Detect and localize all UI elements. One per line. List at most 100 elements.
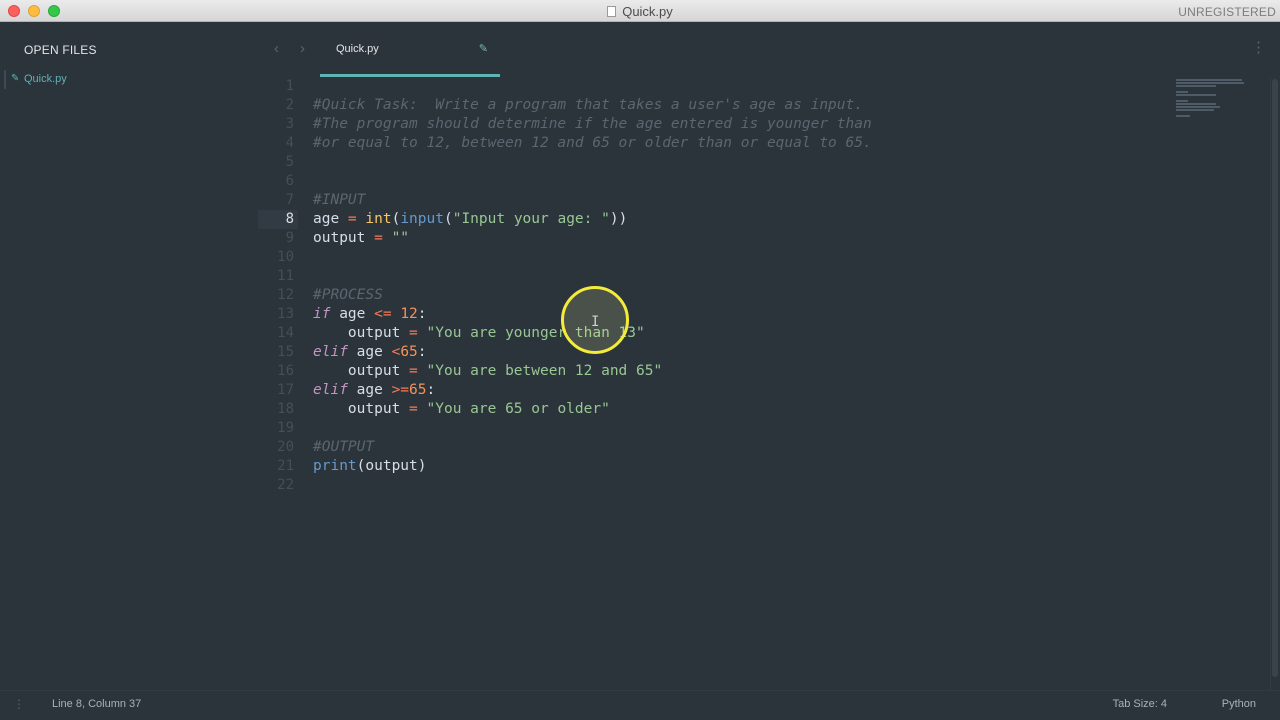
tab-size-selector[interactable]: Tab Size: 4 [1113, 698, 1167, 710]
code-line[interactable]: #The program should determine if the age… [313, 115, 1173, 134]
code-line[interactable] [313, 77, 1173, 96]
code-token: output [313, 363, 410, 379]
code-token: #OUTPUT [313, 439, 375, 455]
line-number: 15 [277, 344, 294, 360]
scrollbar-thumb[interactable] [1272, 79, 1278, 677]
code-line[interactable] [313, 419, 1173, 438]
line-number: 19 [277, 420, 294, 436]
code-token: : [426, 382, 436, 398]
code-token: age [330, 306, 375, 322]
line-number: 8 [258, 210, 298, 229]
code-token: #Quick Task: Write a program that takes … [313, 97, 863, 113]
code-token: 65 [400, 344, 418, 360]
code-line[interactable] [313, 153, 1173, 172]
code-token: "You are 65 or older" [426, 401, 610, 417]
license-status: UNREGISTERED [1178, 5, 1276, 19]
code-line[interactable] [313, 248, 1173, 267]
code-area[interactable]: #Quick Task: Write a program that takes … [313, 77, 1173, 495]
code-token: : [417, 306, 427, 322]
syntax-selector[interactable]: Python [1222, 698, 1256, 710]
line-number: 3 [285, 116, 294, 132]
more-vertical-icon[interactable]: ⋮ [1251, 40, 1266, 55]
code-line[interactable]: #INPUT [313, 191, 1173, 210]
code-line[interactable] [313, 476, 1173, 495]
minimap-line [1176, 109, 1214, 111]
line-number: 10 [277, 249, 294, 265]
code-token: >= [391, 382, 410, 398]
minimap[interactable] [1176, 77, 1248, 127]
code-token: print [313, 458, 357, 474]
pencil-icon: ✎ [11, 73, 20, 84]
code-line[interactable]: print(output) [313, 457, 1173, 476]
line-number: 21 [277, 458, 294, 474]
code-token: elif [313, 344, 348, 360]
code-line[interactable]: if age <= 12: [313, 305, 1173, 324]
line-number: 12 [277, 287, 294, 303]
code-token: ( [443, 211, 453, 227]
code-token: "You are between 12 and 65" [426, 363, 663, 379]
line-number: 18 [277, 401, 294, 417]
code-line[interactable]: #Quick Task: Write a program that takes … [313, 96, 1173, 115]
minimap-line [1176, 85, 1216, 87]
line-number: 20 [277, 439, 294, 455]
code-line[interactable]: #PROCESS [313, 286, 1173, 305]
line-number: 7 [285, 192, 294, 208]
cursor-position: Line 8, Column 37 [52, 698, 142, 710]
code-line[interactable]: output = "You are 65 or older" [313, 400, 1173, 419]
code-token: output [313, 230, 375, 246]
code-line[interactable]: elif age <65: [313, 343, 1173, 362]
code-editor[interactable]: 1 2 3 4 5 6 7 8 9 10 11 12 13 14 15 16 17 18 19 20 21 22 #Qui… [258, 77, 1280, 690]
tab-bar: ‹ › Quick.py ✎ ⋮ [258, 22, 1280, 77]
code-token: = [409, 325, 418, 341]
code-token: age [347, 344, 392, 360]
title-bar: Quick.py UNREGISTERED [0, 0, 1280, 22]
panel-menu-icon[interactable]: ⋮ [13, 698, 25, 710]
minimap-line [1176, 82, 1244, 84]
code-line[interactable]: output = "You are between 12 and 65" [313, 362, 1173, 381]
tab-quick-py[interactable]: Quick.py ✎ [320, 22, 500, 77]
code-token: < [391, 344, 401, 360]
line-number: 1 [285, 78, 294, 94]
code-token: "Input your age: " [452, 211, 610, 227]
code-token: = [347, 211, 357, 227]
status-bar: ⋮ Line 8, Column 37 Tab Size: 4 Python [0, 690, 1280, 720]
line-number: 4 [285, 135, 294, 151]
code-token: <= [374, 306, 392, 322]
code-token: age [347, 382, 392, 398]
code-line[interactable]: #or equal to 12, between 12 and 65 or ol… [313, 134, 1173, 153]
code-token: int [365, 211, 392, 227]
vertical-scrollbar[interactable] [1270, 77, 1280, 690]
code-token: = [409, 401, 418, 417]
line-number-gutter: 1 2 3 4 5 6 7 8 9 10 11 12 13 14 15 16 17 18 19 20 21 22 [258, 77, 298, 495]
code-line[interactable] [313, 172, 1173, 191]
chevron-right-icon[interactable]: › [300, 40, 305, 57]
line-number: 16 [277, 363, 294, 379]
line-number: 17 [277, 382, 294, 398]
chevron-left-icon[interactable]: ‹ [274, 40, 279, 57]
code-token: input [400, 211, 444, 227]
code-token: = [409, 363, 418, 379]
code-line[interactable] [313, 267, 1173, 286]
code-token: : [417, 344, 427, 360]
line-number: 2 [285, 97, 294, 113]
code-line[interactable]: age = int(input("Input your age: ")) [313, 210, 1173, 229]
code-token: 65 [409, 382, 427, 398]
line-number: 6 [285, 173, 294, 189]
pencil-icon: ✎ [478, 43, 488, 55]
document-icon [607, 6, 617, 17]
line-number: 14 [277, 325, 294, 341]
line-number: 5 [285, 154, 294, 170]
code-line[interactable]: output = "" [313, 229, 1173, 248]
code-line[interactable]: elif age >=65: [313, 381, 1173, 400]
minimap-line [1176, 94, 1216, 96]
window-title: Quick.py [0, 4, 1280, 19]
code-token: #INPUT [313, 192, 366, 208]
sidebar-file-quick-py[interactable]: ✎ Quick.py [0, 70, 258, 90]
code-line[interactable]: output = "You are younger than 13" [313, 324, 1173, 343]
code-token: if [313, 306, 331, 322]
code-line[interactable]: #OUTPUT [313, 438, 1173, 457]
code-token: "" [391, 230, 410, 246]
code-token: #The program should determine if the age… [313, 116, 872, 132]
